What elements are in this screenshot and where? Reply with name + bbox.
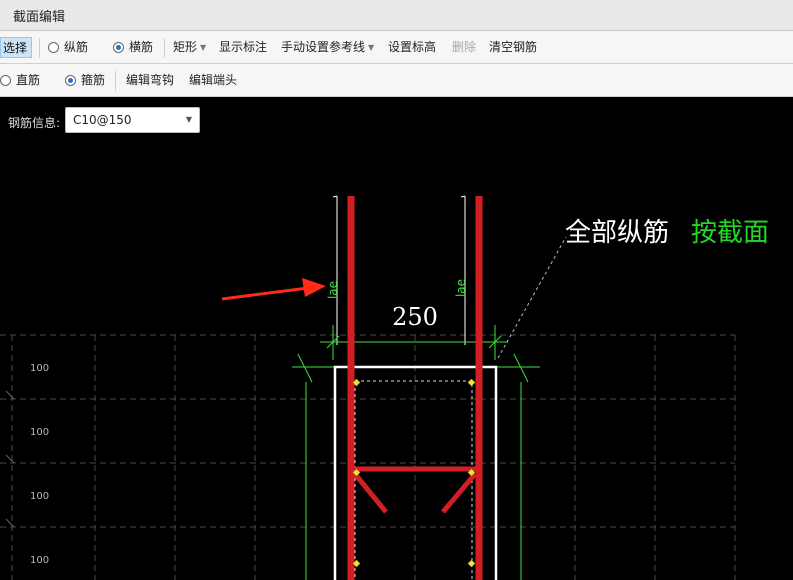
- red-arrow-icon: [221, 278, 326, 301]
- manual-ref-dropdown[interactable]: 手动设置参考线 ▼: [281, 39, 374, 56]
- chevron-down-icon: ▼: [368, 43, 375, 52]
- set-elev-button[interactable]: 设置标高: [388, 39, 436, 55]
- anchor-label-right: lae: [454, 279, 468, 297]
- window-title: 截面编辑: [13, 10, 66, 25]
- toolbar-separator: [39, 38, 40, 58]
- radio-stirrup[interactable]: 箍筋: [65, 72, 105, 88]
- title-bar: 截面编辑: [0, 0, 793, 31]
- radio-icon: [48, 42, 59, 53]
- shape-dropdown[interactable]: 矩形 ▼: [173, 39, 206, 56]
- grid-label: 100: [30, 555, 49, 566]
- edit-end-button[interactable]: 编辑端头: [189, 72, 237, 88]
- grid-tick-marks: [5, 390, 15, 528]
- dashed-grid: [0, 334, 736, 580]
- select-label: 选择: [3, 41, 28, 55]
- radio-transverse-label: 横筋: [129, 40, 154, 54]
- radio-longitudinal-label: 纵筋: [64, 40, 89, 54]
- radio-straight-label: 直筋: [16, 73, 41, 87]
- show-dims-button[interactable]: 显示标注: [219, 39, 267, 55]
- radio-icon: [0, 75, 11, 86]
- toolbar-separator: [164, 38, 165, 58]
- radio-stirrup-label: 箍筋: [81, 73, 106, 87]
- delete-button[interactable]: 删除: [452, 39, 476, 55]
- shape-label: 矩形: [173, 40, 198, 54]
- radio-straight[interactable]: 直筋: [0, 72, 40, 88]
- anchor-label-left: lae: [326, 281, 340, 299]
- dimension-lines: [292, 325, 540, 580]
- radio-checked-icon: [113, 42, 124, 53]
- toolbar-secondary: 直筋 箍筋 编辑弯钩 编辑端头: [0, 64, 793, 97]
- toolbar-main: 选择 纵筋 横筋 矩形 ▼ 显示标注 手动设置参考线 ▼ 设置标高 删除 清空钢筋: [0, 31, 793, 64]
- toolbar-separator: [115, 71, 116, 91]
- clear-rebar-button[interactable]: 清空钢筋: [489, 39, 537, 55]
- manual-ref-label: 手动设置参考线: [281, 40, 366, 54]
- grid-label: 100: [30, 363, 49, 374]
- drawing-canvas[interactable]: 100 100 100 100 lae lae 250 全部纵筋 按截面: [0, 98, 793, 580]
- grid-label: 100: [30, 491, 49, 502]
- radio-longitudinal[interactable]: 纵筋: [48, 39, 88, 55]
- radio-checked-icon: [65, 75, 76, 86]
- dimension-label: 250: [392, 303, 438, 331]
- cover-line: [354, 380, 473, 580]
- annotation-all-rebars: 全部纵筋: [565, 218, 669, 248]
- radio-transverse[interactable]: 横筋: [113, 39, 153, 55]
- grid-label: 100: [30, 427, 49, 438]
- rebar-nodes: [352, 378, 476, 568]
- edit-hook-button[interactable]: 编辑弯钩: [126, 72, 174, 88]
- chevron-down-icon: ▼: [200, 43, 207, 52]
- annotation-by-section: 按截面: [691, 218, 769, 248]
- leader-line: [497, 236, 567, 359]
- select-button[interactable]: 选择: [0, 37, 33, 58]
